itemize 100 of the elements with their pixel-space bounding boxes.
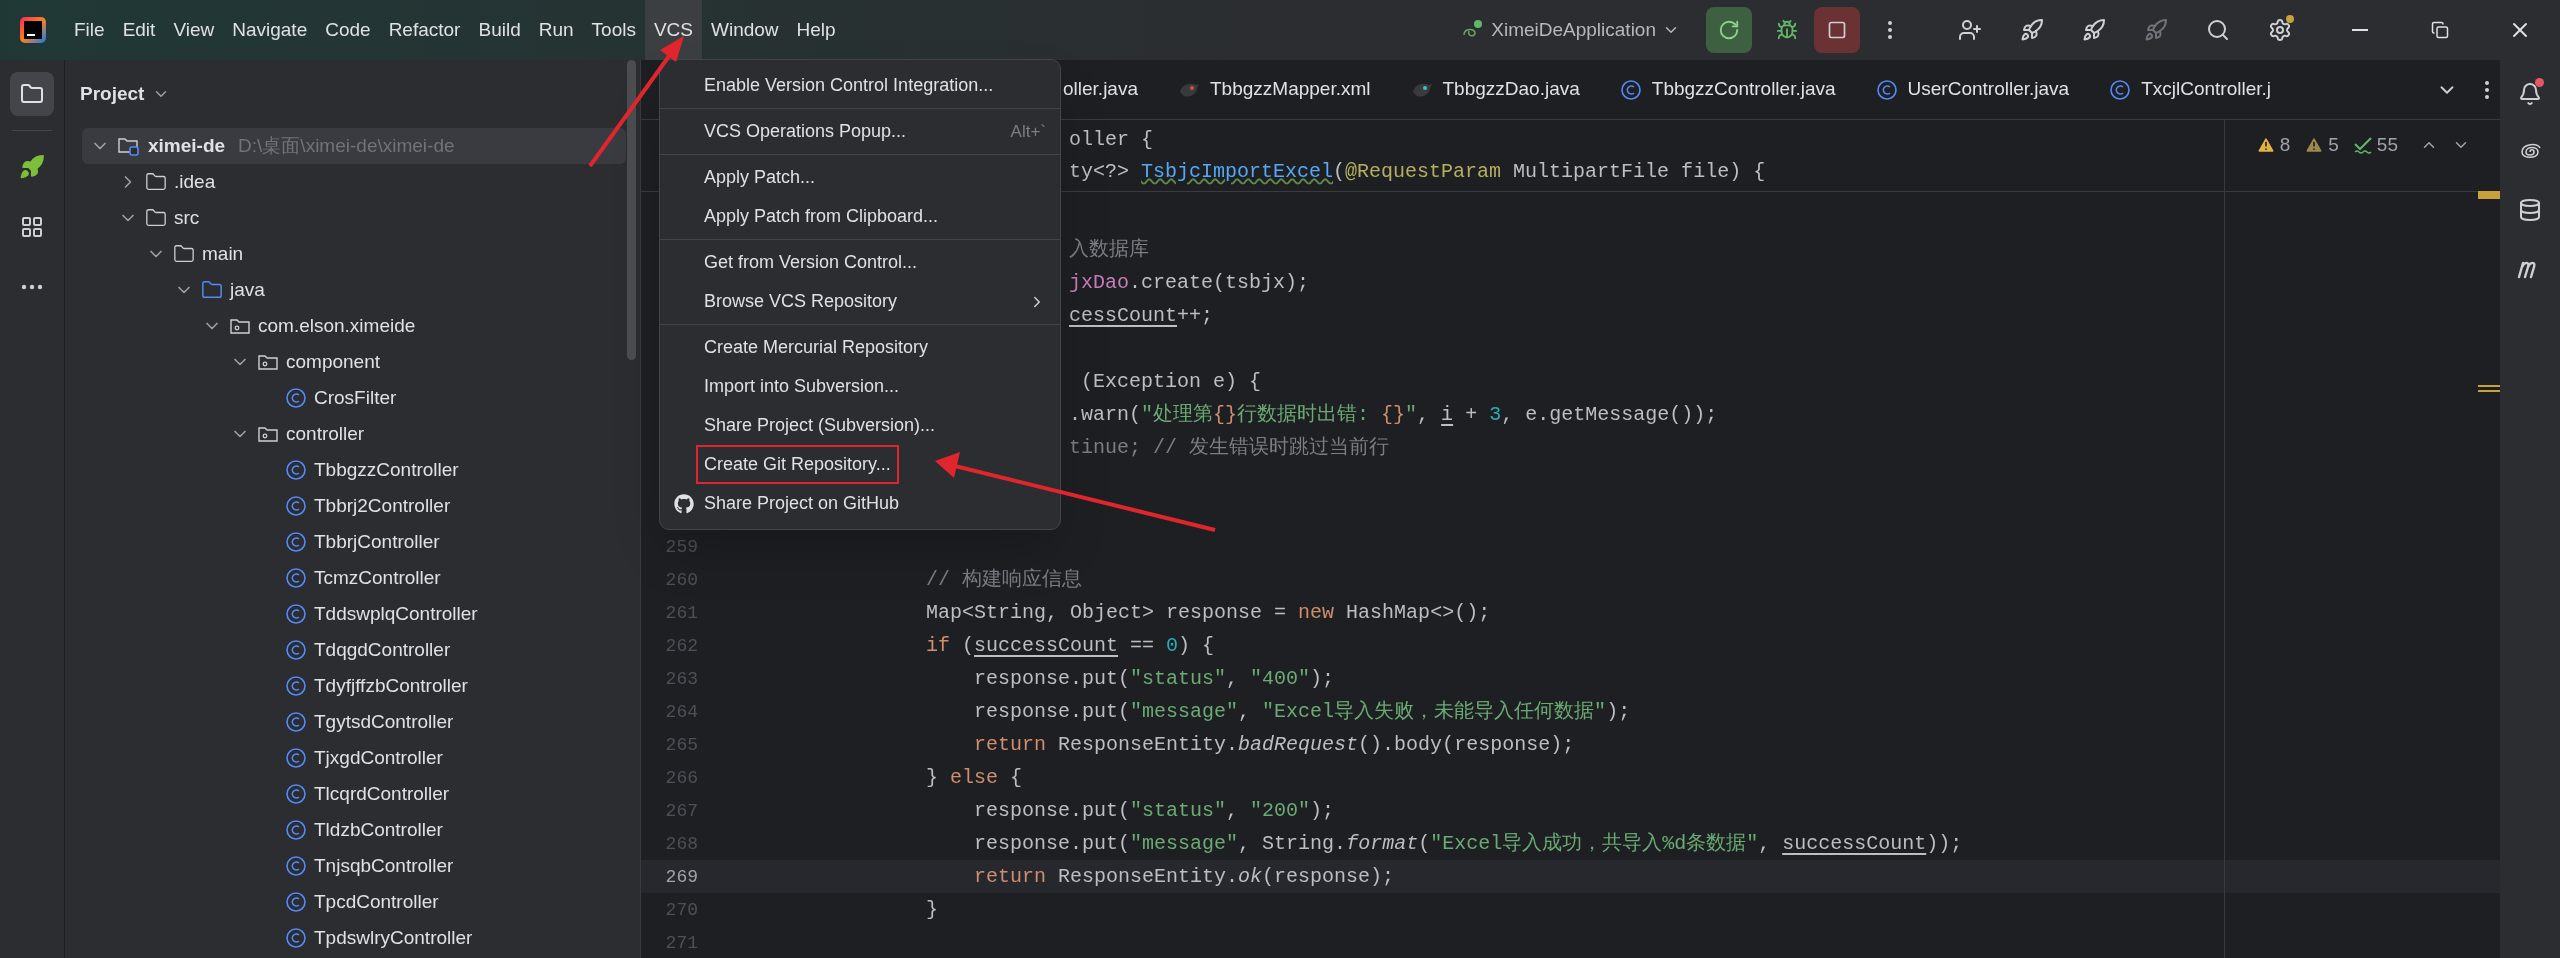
menu-item[interactable]: Create Mercurial Repository [660, 328, 1060, 367]
menu-item[interactable]: Browse VCS Repository [660, 282, 1060, 321]
settings-icon [2268, 18, 2292, 42]
tree-item[interactable]: TldzbController [82, 812, 626, 848]
class-icon [285, 927, 307, 949]
menu-bar-item[interactable]: Window [702, 0, 788, 60]
app-logo-icon[interactable] [19, 17, 46, 43]
panel-title: Project [80, 81, 145, 106]
code-line: response.put("message", "Excel导入失败，未能导入任何数据"); [973, 700, 1631, 723]
typo-check-icon [2352, 134, 2373, 155]
inspection-widget[interactable]: 8 5 55 [2255, 128, 2470, 161]
editor-tab[interactable]: TxcjlController.j [2109, 75, 2272, 104]
menu-bar-item[interactable]: Edit [113, 0, 165, 60]
tree-item[interactable]: TlcqrdController [82, 776, 626, 812]
rocket-icon [19, 154, 45, 180]
code-line: .warn("处理第{}行数据时出错: {}", i + 3, e.getMessage()); [1069, 403, 1718, 426]
editor-tab[interactable]: TbbgzzMapper.xml [1178, 75, 1371, 104]
class-icon [285, 603, 307, 625]
menu-bar-item[interactable]: Help [787, 0, 845, 60]
code-line: 入数据库 [1069, 238, 1149, 261]
menu-item[interactable]: VCS Operations Popup... Alt+` [660, 112, 1060, 151]
tree-item[interactable]: TjxgdController [82, 740, 626, 776]
tree-item[interactable]: controller [82, 416, 626, 452]
editor-tab[interactable]: UserController.java [1875, 75, 2070, 104]
menu-item[interactable]: Apply Patch... [660, 158, 1060, 197]
tree-item[interactable]: Tbbrj2Controller [82, 488, 626, 524]
inspection-count: 55 [2376, 133, 2398, 157]
tree-item[interactable]: TpdswlryController [82, 920, 626, 956]
menu-item[interactable]: Share Project (Subversion)... [660, 406, 1060, 445]
tree-item[interactable]: TdyfjffzbController [82, 668, 626, 704]
search-icon [2206, 18, 2230, 42]
project-tool-button[interactable] [10, 72, 54, 116]
tree-item[interactable]: .idea [82, 164, 626, 200]
code-line: jxDao.create(tsbjx); [1069, 271, 1310, 294]
class-icon [285, 747, 307, 769]
scrollbar-thumb[interactable] [627, 60, 636, 360]
more-icon [2484, 79, 2490, 100]
package-folder-icon [229, 316, 251, 336]
editor-tab[interactable]: oller.java [1063, 75, 1138, 104]
tree-item[interactable]: TbbrjController [82, 524, 626, 560]
tree-item[interactable]: TddswplqController [82, 596, 626, 632]
editor-tab[interactable]: TbbgzzController.java [1619, 75, 1836, 104]
editor-tab[interactable]: TbbgzzDao.java [1410, 75, 1580, 104]
sticky-code-line: oller { [1069, 126, 1153, 153]
menu-bar-item[interactable]: View [164, 0, 224, 60]
rocket-icon [2020, 18, 2044, 42]
menu-bar-item[interactable]: File [65, 0, 114, 60]
tree-item[interactable]: component [82, 344, 626, 380]
menu-item[interactable]: Share Project on GitHub [660, 484, 1060, 523]
menu-item[interactable]: Get from Version Control... [660, 243, 1060, 282]
sticky-code-line: ty<?> TsbjcImportExcel(@RequestParam MultipartFile file) { [1069, 158, 1766, 185]
rocket-icon [2082, 18, 2106, 42]
menu-item[interactable]: Create Git Repository... [660, 445, 1060, 484]
class-icon [285, 855, 307, 877]
class-icon [1619, 78, 1642, 101]
menu-bar-item[interactable]: Navigate [223, 0, 317, 60]
tree-item[interactable]: CrosFilter [82, 380, 626, 416]
class-icon [285, 531, 307, 553]
tree-item[interactable]: TpcdController [82, 884, 626, 920]
tree-item[interactable]: src [82, 200, 626, 236]
code-line: Map<String, Object> response = new HashMap<>(); [925, 601, 1491, 624]
class-icon [285, 783, 307, 805]
folder-icon [173, 243, 195, 265]
class-icon [285, 675, 307, 697]
code-line: return ResponseEntity.ok(response); [973, 865, 1395, 888]
stop-button[interactable] [1814, 7, 1860, 53]
run-config-selector[interactable]: XimeiDeApplication [1453, 8, 1688, 52]
menu-bar-item[interactable]: VCS [644, 0, 702, 60]
tree-item[interactable]: TgytsdController [82, 704, 626, 740]
class-icon [1875, 78, 1898, 101]
code-line: cessCount++; [1069, 304, 1214, 327]
class-icon [285, 891, 307, 913]
code-line: response.put("status", "200"); [973, 799, 1335, 822]
tree-item[interactable]: TdqgdController [82, 632, 626, 668]
menu-bar-item[interactable]: Refactor [379, 0, 470, 60]
structure-icon [20, 215, 44, 239]
menu-bar-item[interactable]: Run [529, 0, 583, 60]
menu-bar-item[interactable]: Build [469, 0, 530, 60]
class-icon [285, 459, 307, 481]
tree-item[interactable]: com.elson.ximeide [82, 308, 626, 344]
tree-item[interactable]: main [82, 236, 626, 272]
tree-item[interactable]: TnjsqbController [82, 848, 626, 884]
more-icon [1887, 20, 1893, 40]
menu-bar-item[interactable]: Code [316, 0, 380, 60]
database-icon [2518, 198, 2542, 222]
menu-item[interactable]: Import into Subversion... [660, 367, 1060, 406]
tree-item[interactable]: ximei-de D:\桌面\ximei-de\ximei-de [82, 128, 626, 164]
menu-bar-item[interactable]: Tools [582, 0, 645, 60]
class-icon [285, 567, 307, 589]
tree-item[interactable]: java [82, 272, 626, 308]
menu-item[interactable]: Apply Patch from Clipboard... [660, 197, 1060, 236]
code-line: response.put("message", String.format("Excel导入成功，共导入%d条数据", successCount)); [973, 832, 1963, 855]
tree-item[interactable]: TcmzController [82, 560, 626, 596]
code-line: return ResponseEntity.badRequest().body(response); [973, 733, 1575, 756]
menu-item[interactable]: Enable Version Control Integration... [660, 66, 1060, 105]
warning-marker[interactable] [2478, 191, 2500, 199]
tree-item[interactable]: TbbgzzController [82, 452, 626, 488]
class-icon [2109, 78, 2132, 101]
package-folder-icon [257, 352, 279, 372]
rerun-button[interactable] [1706, 7, 1752, 53]
